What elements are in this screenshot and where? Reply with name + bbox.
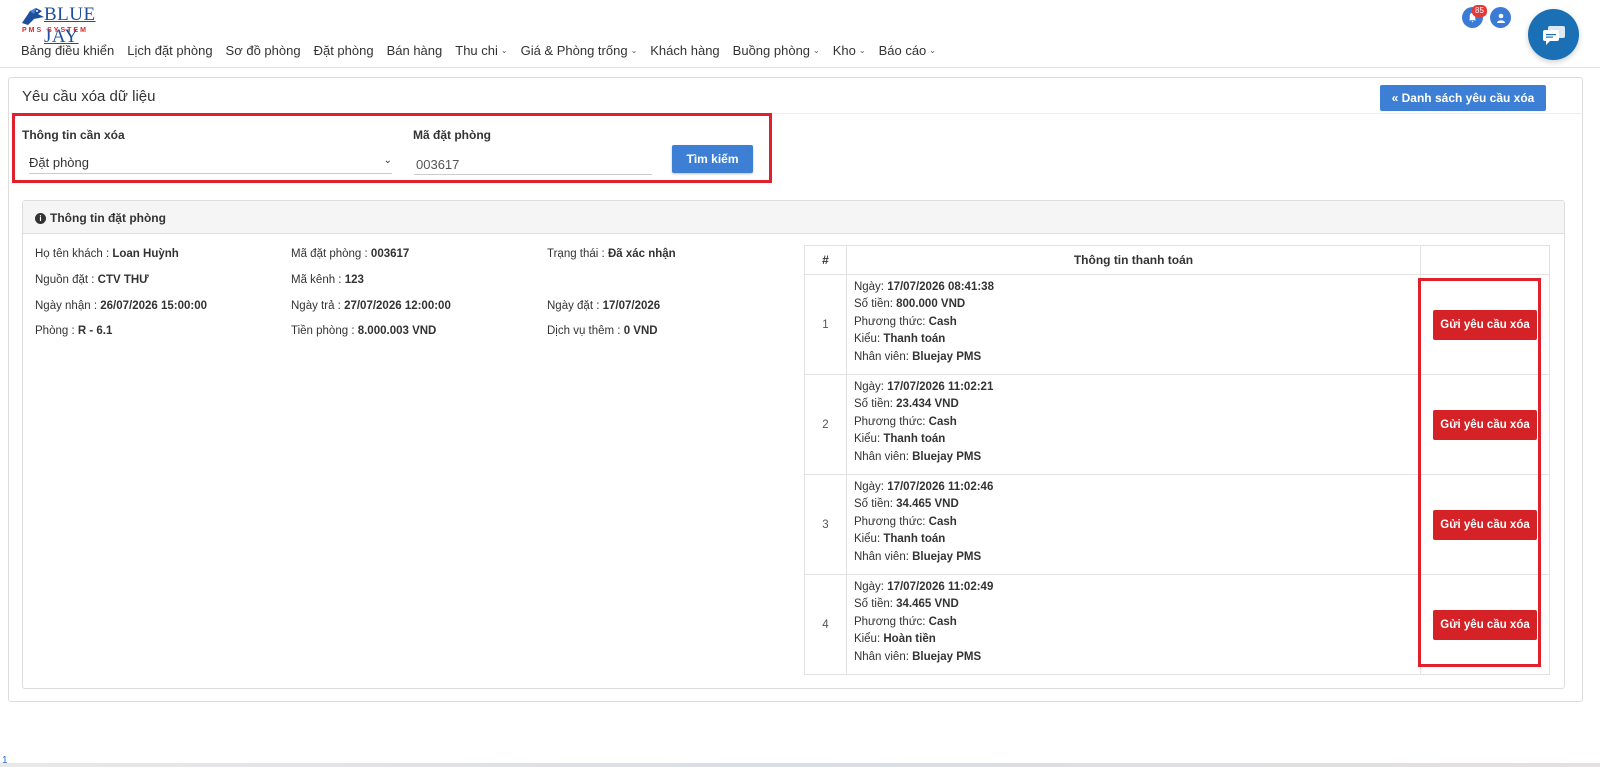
payment-kind: Kiểu: Hoàn tiền [853, 633, 936, 646]
chevron-down-icon: ⌄ [929, 46, 936, 55]
nav-item-2[interactable]: Sơ đồ phòng [226, 43, 301, 58]
payment-num: 3 [804, 474, 847, 575]
nav-item-8[interactable]: Buồng phòng ⌄ [733, 43, 820, 58]
nav-item-label: Sơ đồ phòng [225, 43, 301, 58]
page-title: Yêu cầu xóa dữ liệu [22, 88, 156, 105]
payment-staff: Nhân viên: Bluejay PMS [853, 450, 982, 463]
payment-table-header: # Thông tin thanh toán [804, 245, 1550, 275]
payment-info: Ngày: 17/07/2026 08:41:38 Số tiền: 800.00… [845, 274, 1422, 375]
chevron-down-icon: ⌄ [813, 46, 820, 55]
payment-amount: Số tiền: 800.000 VND [853, 298, 966, 311]
payment-num: 2 [804, 374, 847, 475]
payment-date: Ngày: 17/07/2026 11:02:21 [853, 381, 994, 393]
delete-type-value: Đặt phòng [29, 155, 89, 170]
payment-num: 1 [804, 274, 847, 375]
nav-item-1[interactable]: Lịch đặt phòng [127, 43, 212, 58]
nav-item-label: Thu chi [455, 43, 498, 58]
top-bar: BLUE JAY PMS SYSTEM Bảng điều khiển Lịch … [0, 0, 1600, 68]
nav-item-6[interactable]: Giá & Phòng trống ⌄ [521, 43, 638, 58]
col-payment-info: Thông tin thanh toán [845, 245, 1422, 275]
nav-item-label: Bán hàng [386, 43, 443, 58]
bluejay-logo-icon [22, 8, 44, 25]
payment-info: Ngày: 17/07/2026 11:02:46 Số tiền: 34.465… [845, 474, 1422, 575]
panel-header: Yêu cầu xóa dữ liệu « Danh sách yêu cầu … [9, 78, 1582, 114]
nav-item-0[interactable]: Bảng điều khiển [21, 43, 114, 58]
payment-amount: Số tiền: 23.434 VND [853, 398, 959, 411]
user-icon [1496, 13, 1505, 23]
payment-method: Phương thức: Cash [853, 615, 957, 628]
delete-buttons-highlight [1418, 278, 1541, 667]
guest-name: Họ tên khách : Loan Huỳnh [35, 248, 179, 260]
payment-staff: Nhân viên: Bluejay PMS [853, 550, 982, 563]
nav-item-label: Lịch đặt phòng [127, 43, 213, 58]
col-action [1420, 245, 1550, 275]
payment-info: Ngày: 17/07/2026 11:02:21 Số tiền: 23.434… [845, 374, 1422, 475]
payment-kind: Kiểu: Thanh toán [853, 433, 946, 446]
payment-amount: Số tiền: 34.465 VND [853, 498, 959, 511]
booking-info-header: i Thông tin đặt phòng [23, 201, 1564, 234]
notification-count-badge: 85 [1472, 5, 1487, 17]
room-price: Tiền phòng : 8.000.003 VND [291, 325, 437, 337]
payment-staff: Nhân viên: Bluejay PMS [853, 650, 982, 663]
payment-staff: Nhân viên: Bluejay PMS [853, 350, 982, 363]
booking-source: Nguồn đặt : CTV THƯ [35, 274, 149, 286]
nav-item-4[interactable]: Bán hàng [387, 43, 443, 58]
brand-subtitle: PMS SYSTEM [22, 27, 88, 34]
checkin-date: Ngày nhận : 26/07/2026 15:00:00 [35, 300, 208, 312]
checkout-date: Ngày trả : 27/07/2026 12:00:00 [291, 300, 451, 312]
chevron-down-icon: ⌄ [858, 46, 866, 55]
payment-amount: Số tiền: 34.465 VND [853, 598, 959, 611]
nav-item-label: Bảng điều khiển [21, 43, 115, 58]
footer-page-number: 1 [2, 755, 8, 766]
payment-method: Phương thức: Cash [853, 415, 957, 428]
nav-item-label: Giá & Phòng trống [520, 43, 628, 58]
delete-type-select[interactable]: Đặt phòng ⌄ [29, 152, 392, 174]
payment-method: Phương thức: Cash [853, 515, 957, 528]
search-button[interactable]: Tìm kiếm [672, 145, 753, 173]
nav-item-label: Kho [832, 43, 856, 58]
booking-code: Mã đặt phòng : 003617 [291, 248, 410, 260]
booking-code-input[interactable] [414, 155, 652, 175]
room: Phòng : R - 6.1 [35, 325, 113, 337]
brand-name: BLUE JAY [44, 4, 96, 47]
user-menu-button[interactable] [1490, 7, 1511, 28]
booking-code-label: Mã đặt phòng [413, 128, 491, 142]
chevron-down-icon: ⌄ [383, 155, 392, 166]
nav-item-label: Báo cáo [878, 43, 927, 58]
delete-request-list-button[interactable]: « Danh sách yêu cầu xóa [1380, 85, 1546, 111]
payment-date: Ngày: 17/07/2026 11:02:49 [853, 581, 994, 593]
chevron-down-icon: ⌄ [630, 46, 638, 55]
col-num: # [804, 245, 847, 275]
footer-bar [0, 763, 1600, 767]
payment-date: Ngày: 17/07/2026 11:02:46 [853, 481, 994, 493]
extra-services: Dịch vụ thêm : 0 VND [547, 325, 658, 337]
channel-code: Mã kênh : 123 [291, 274, 364, 286]
payment-info: Ngày: 17/07/2026 11:02:49 Số tiền: 34.465… [845, 574, 1422, 675]
chat-icon [1542, 25, 1565, 45]
nav-item-label: Đặt phòng [313, 43, 374, 58]
payment-kind: Kiểu: Thanh toán [853, 333, 946, 346]
nav-item-9[interactable]: Kho ⌄ [833, 43, 866, 58]
nav-item-3[interactable]: Đặt phòng [314, 43, 374, 58]
delete-type-label: Thông tin cần xóa [22, 128, 125, 142]
payment-num: 4 [804, 574, 847, 675]
chat-button[interactable] [1528, 9, 1579, 60]
payment-kind: Kiểu: Thanh toán [853, 533, 946, 546]
booking-status: Trạng thái : Đã xác nhận [547, 248, 676, 260]
main-nav: Bảng điều khiển Lịch đặt phòng Sơ đồ phòng… [21, 43, 949, 58]
nav-item-label: Buồng phòng [732, 43, 811, 58]
nav-item-5[interactable]: Thu chi ⌄ [455, 43, 507, 58]
booked-date: Ngày đặt : 17/07/2026 [547, 300, 661, 312]
brand-logo[interactable]: BLUE JAY PMS SYSTEM [20, 3, 120, 47]
payment-method: Phương thức: Cash [853, 315, 957, 328]
booking-info-title: Thông tin đặt phòng [50, 211, 166, 225]
chevron-down-icon: ⌄ [500, 46, 508, 55]
nav-item-10[interactable]: Báo cáo ⌄ [879, 43, 936, 58]
payment-date: Ngày: 17/07/2026 08:41:38 [853, 281, 994, 293]
info-icon: i [35, 212, 46, 224]
nav-item-7[interactable]: Khách hàng [650, 43, 719, 58]
nav-item-label: Khách hàng [650, 43, 720, 58]
